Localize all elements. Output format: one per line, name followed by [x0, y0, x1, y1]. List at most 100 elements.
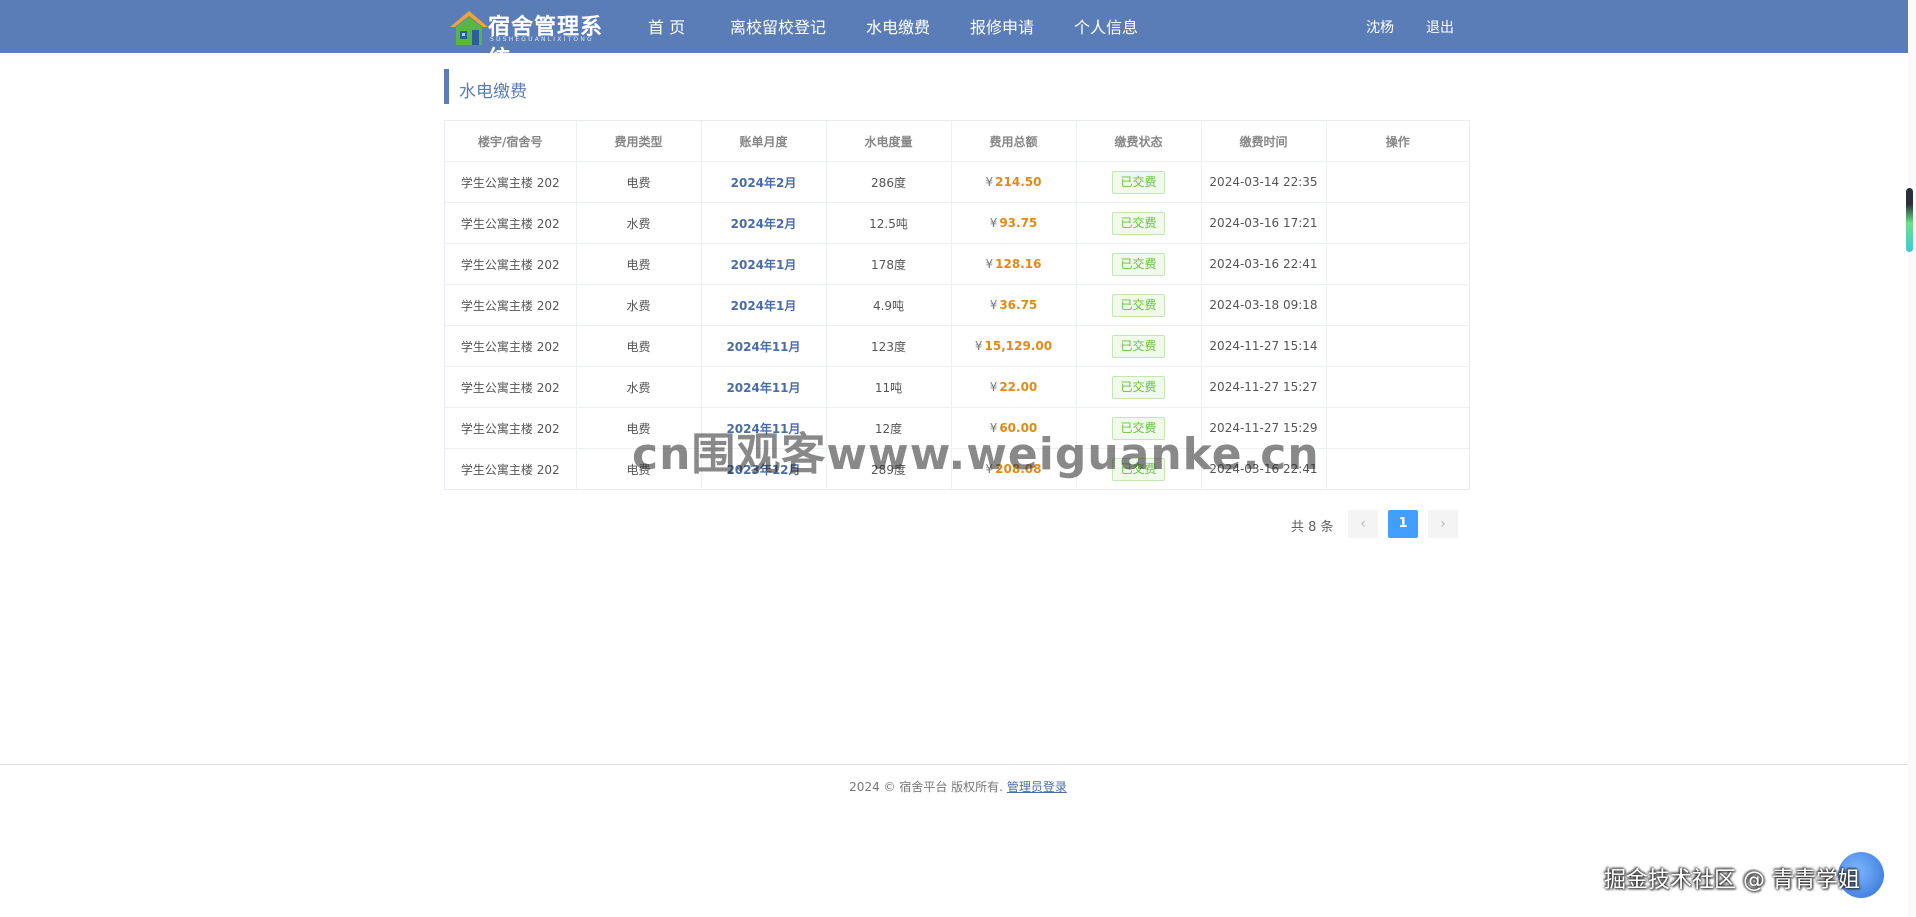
column-header-usage: 水电度量 — [826, 121, 952, 162]
top-navbar: 宿舍管理系统 SUSHEGUANLIXITONG 首 页 离校留校登记 水电缴费… — [0, 0, 1912, 72]
currency-symbol: ¥ — [974, 339, 983, 353]
cell-amount: ¥15,129.00 — [951, 325, 1077, 367]
admin-login-link[interactable]: 管理员登录 — [1007, 780, 1067, 794]
table-row: 学生公寓主楼 202 电费 2024年11月 123度 ¥15,129.00 已… — [445, 325, 1469, 367]
cell-usage: 286度 — [826, 161, 952, 203]
cell-time: 2024-11-27 15:14 — [1201, 325, 1327, 367]
table-header-row: 楼宇/宿舍号 费用类型 账单月度 水电度量 费用总额 缴费状态 缴费时间 操作 — [445, 121, 1469, 162]
cell-room: 学生公寓主楼 202 — [445, 366, 577, 408]
footer-divider — [0, 764, 1912, 765]
cell-action — [1326, 202, 1469, 244]
column-header-month: 账单月度 — [701, 121, 827, 162]
pagination-next-button[interactable]: › — [1428, 510, 1458, 538]
cell-action — [1326, 243, 1469, 285]
cell-time: 2024-03-18 09:18 — [1201, 284, 1327, 326]
scrollbar-thumb[interactable] — [1906, 188, 1913, 252]
page-scrollbar[interactable] — [1908, 0, 1916, 917]
cell-time: 2024-03-14 22:35 — [1201, 161, 1327, 203]
currency-symbol: ¥ — [989, 380, 998, 394]
cell-action — [1326, 284, 1469, 326]
cell-room: 学生公寓主楼 202 — [445, 202, 577, 244]
cell-time: 2024-03-16 17:21 — [1201, 202, 1327, 244]
cell-status: 已交费 — [1076, 161, 1202, 203]
cell-action — [1326, 407, 1469, 449]
table-row: 学生公寓主楼 202 水费 2024年1月 4.9吨 ¥36.75 已交费 20… — [445, 284, 1469, 326]
cell-usage: 4.9吨 — [826, 284, 952, 326]
cell-room: 学生公寓主楼 202 — [445, 161, 577, 203]
cell-action — [1326, 449, 1469, 490]
amount-value: 128.16 — [995, 257, 1042, 271]
cell-room: 学生公寓主楼 202 — [445, 448, 577, 489]
brand-logo-link[interactable]: 宿舍管理系统 SUSHEGUANLIXITONG — [448, 7, 623, 72]
column-header-type: 费用类型 — [576, 121, 702, 162]
cell-status: 已交费 — [1076, 202, 1202, 244]
status-badge: 已交费 — [1112, 211, 1165, 235]
cell-type: 水费 — [576, 366, 702, 408]
pagination-total: 共 8 条 — [1291, 520, 1334, 535]
status-badge: 已交费 — [1112, 252, 1165, 276]
cell-room: 学生公寓主楼 202 — [445, 407, 577, 449]
section-title: 水电缴费 — [444, 69, 749, 104]
currency-symbol: ¥ — [989, 298, 998, 312]
cell-type: 水费 — [576, 284, 702, 326]
cell-action — [1326, 366, 1469, 408]
column-header-action: 操作 — [1326, 121, 1469, 162]
cell-room: 学生公寓主楼 202 — [445, 325, 577, 367]
center-watermark: cn围观客www.weiguanke.cn — [632, 429, 1320, 480]
amount-value: 93.75 — [999, 216, 1038, 230]
nav-leave-registration[interactable]: 离校留校登记 — [730, 14, 826, 38]
cell-usage: 12.5吨 — [826, 202, 952, 244]
cell-action — [1326, 161, 1469, 203]
house-logo-icon — [450, 11, 488, 45]
cell-usage: 178度 — [826, 243, 952, 285]
section-title-text: 水电缴费 — [459, 82, 527, 102]
status-badge: 已交费 — [1112, 334, 1165, 358]
table-row: 学生公寓主楼 202 水费 2024年11月 11吨 ¥22.00 已交费 20… — [445, 366, 1469, 408]
cell-type: 电费 — [576, 243, 702, 285]
table-row: 学生公寓主楼 202 电费 2024年1月 178度 ¥128.16 已交费 2… — [445, 243, 1469, 285]
brand-subtitle: SUSHEGUANLIXITONG — [490, 36, 594, 43]
cell-usage: 11吨 — [826, 366, 952, 408]
table-row: 学生公寓主楼 202 水费 2024年2月 12.5吨 ¥93.75 已交费 2… — [445, 202, 1469, 244]
currency-symbol: ¥ — [985, 257, 994, 271]
nav-repair-request[interactable]: 报修申请 — [970, 14, 1034, 38]
cell-amount: ¥36.75 — [951, 284, 1077, 326]
cell-amount: ¥22.00 — [951, 366, 1077, 408]
cell-amount: ¥93.75 — [951, 202, 1077, 244]
pagination-prev-button[interactable]: ‹ — [1348, 510, 1378, 538]
cell-action — [1326, 325, 1469, 367]
cell-status: 已交费 — [1076, 325, 1202, 367]
cell-amount: ¥214.50 — [951, 161, 1077, 203]
status-badge: 已交费 — [1112, 293, 1165, 317]
status-badge: 已交费 — [1112, 170, 1165, 194]
logout-link[interactable]: 退出 — [1426, 17, 1454, 37]
nav-home[interactable]: 首 页 — [648, 14, 685, 38]
pagination-page-1[interactable]: 1 — [1388, 510, 1418, 538]
column-header-status: 缴费状态 — [1076, 121, 1202, 162]
table-row: 学生公寓主楼 202 电费 2024年2月 286度 ¥214.50 已交费 2… — [445, 161, 1469, 203]
cell-type: 电费 — [576, 325, 702, 367]
cell-status: 已交费 — [1076, 243, 1202, 285]
cell-month: 2024年2月 — [701, 161, 827, 203]
amount-value: 22.00 — [999, 380, 1038, 394]
nav-utility-payment[interactable]: 水电缴费 — [866, 14, 930, 38]
cell-month: 2024年2月 — [701, 202, 827, 244]
amount-value: 36.75 — [999, 298, 1038, 312]
cell-status: 已交费 — [1076, 284, 1202, 326]
cell-type: 水费 — [576, 202, 702, 244]
column-header-amount: 费用总额 — [951, 121, 1077, 162]
cell-usage: 123度 — [826, 325, 952, 367]
column-header-time: 缴费时间 — [1201, 121, 1327, 162]
currency-symbol: ¥ — [989, 216, 998, 230]
cell-amount: ¥128.16 — [951, 243, 1077, 285]
column-header-room: 楼宇/宿舍号 — [445, 121, 577, 162]
currency-symbol: ¥ — [985, 175, 994, 189]
corner-watermark: 掘金技术社区 @ 青青学姐 — [1604, 868, 1860, 893]
footer-copyright: 2024 © 宿舍平台 版权所有. — [849, 780, 1003, 794]
cell-time: 2024-11-27 15:27 — [1201, 366, 1327, 408]
cell-status: 已交费 — [1076, 366, 1202, 408]
user-name-link[interactable]: 沈杨 — [1366, 17, 1394, 37]
nav-personal-info[interactable]: 个人信息 — [1074, 14, 1138, 38]
cell-room: 学生公寓主楼 202 — [445, 284, 577, 326]
amount-value: 15,129.00 — [984, 339, 1053, 353]
